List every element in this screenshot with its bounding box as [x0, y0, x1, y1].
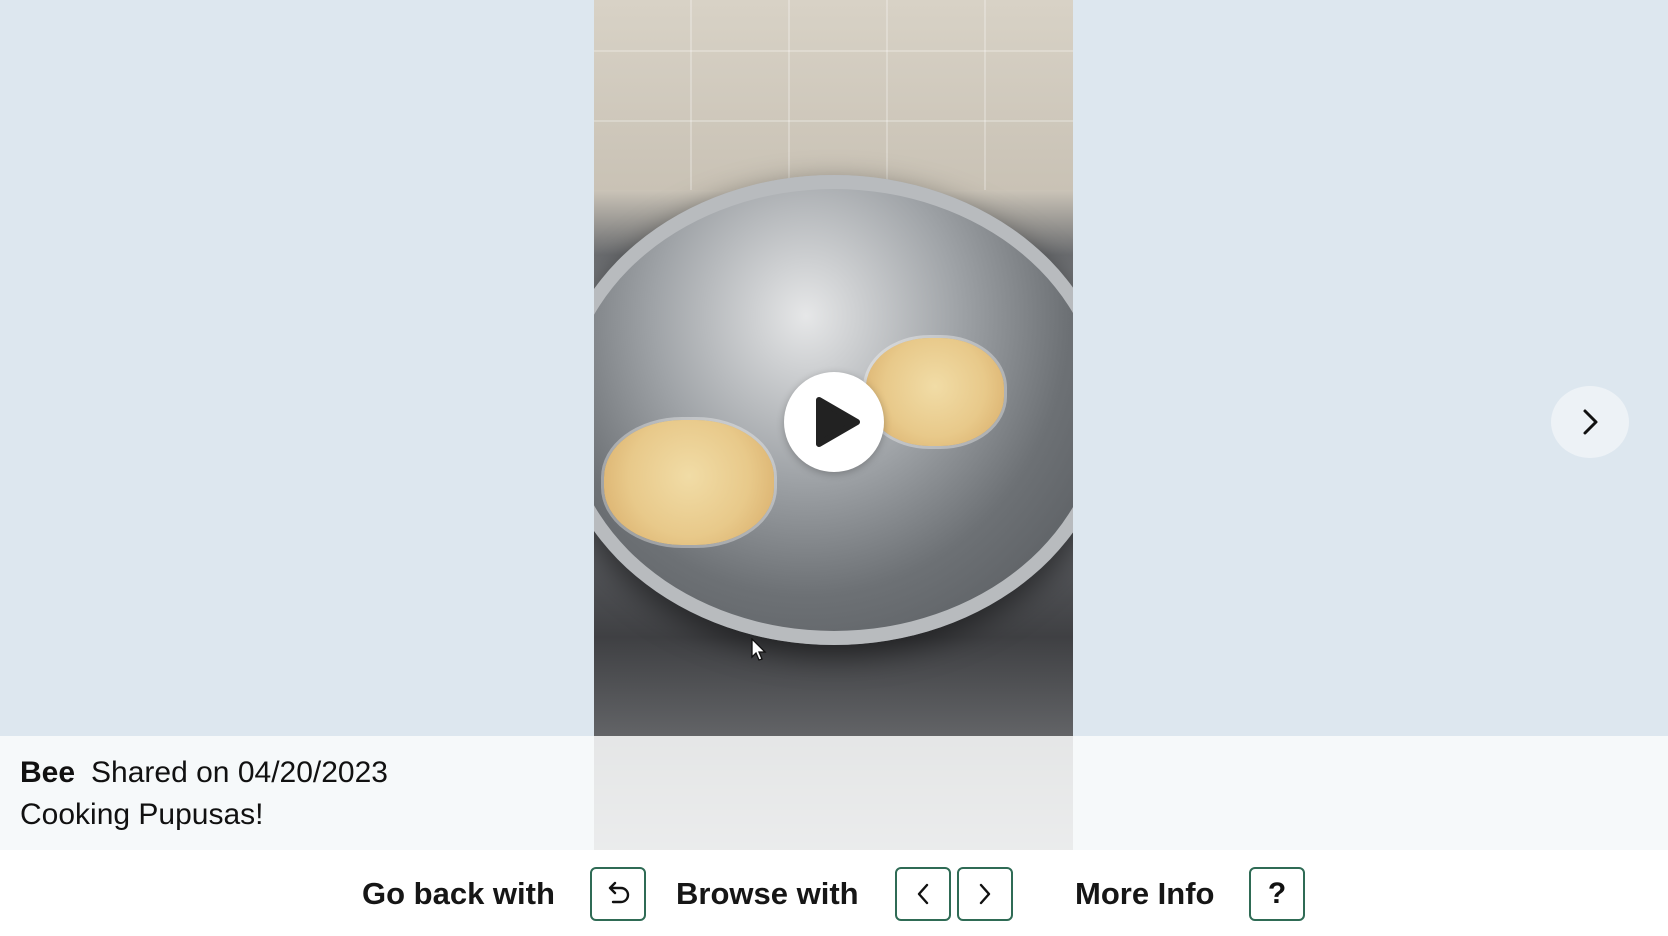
- post-caption: Cooking Pupusas!: [20, 798, 264, 831]
- go-back-key[interactable]: [590, 867, 646, 921]
- browse-next-key[interactable]: [957, 867, 1013, 921]
- more-info-label: More Info: [1075, 876, 1215, 911]
- more-info-key[interactable]: ?: [1249, 867, 1305, 921]
- video-frame-pupusa: [866, 338, 1004, 446]
- keyboard-help-bar: Go back with Browse with More Info ?: [0, 850, 1668, 936]
- media-viewer: Bee Shared on 04/20/2023 Cooking Pupusas!: [0, 0, 1668, 850]
- question-mark-icon: ?: [1267, 877, 1287, 910]
- author-name: Bee: [20, 756, 76, 789]
- chevron-right-icon: [1583, 409, 1598, 435]
- play-button[interactable]: [784, 372, 884, 472]
- play-icon: [816, 397, 860, 447]
- post-meta: Bee Shared on 04/20/2023: [20, 756, 388, 790]
- mouse-cursor-icon: [751, 638, 767, 661]
- shared-date: Shared on 04/20/2023: [91, 756, 388, 789]
- browse-previous-key[interactable]: [895, 867, 951, 921]
- post-info-panel: Bee Shared on 04/20/2023 Cooking Pupusas!: [0, 736, 1668, 850]
- video-frame-pupusa: [604, 420, 774, 545]
- chevron-left-icon: [917, 883, 929, 905]
- browse-label: Browse with: [676, 876, 859, 911]
- next-button[interactable]: [1551, 386, 1629, 458]
- undo-arrow-icon: [608, 881, 630, 904]
- go-back-label: Go back with: [362, 876, 555, 911]
- video-frame-tiles: [594, 0, 1073, 190]
- chevron-right-icon: [979, 883, 991, 905]
